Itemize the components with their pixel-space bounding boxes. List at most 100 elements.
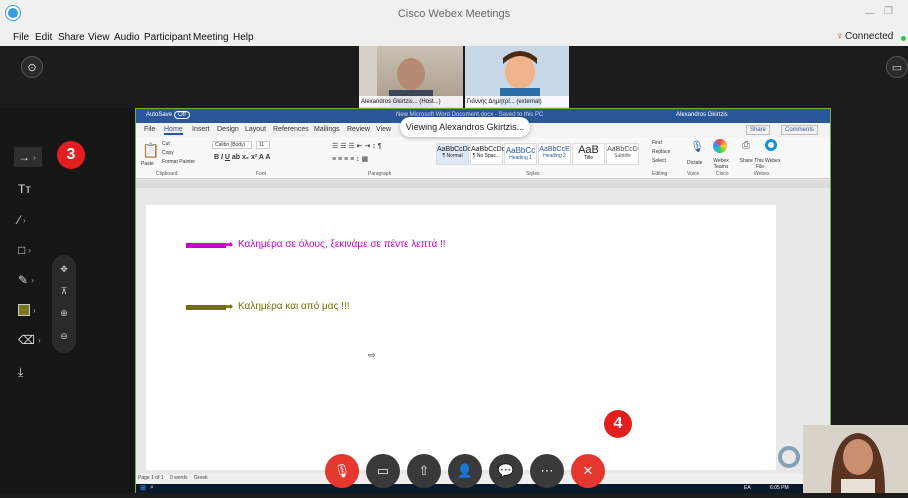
cut-button[interactable]: Cut xyxy=(162,141,170,147)
share-file-icon[interactable]: ⎙ xyxy=(742,140,750,151)
annotation-color-tool[interactable]: › xyxy=(18,301,44,319)
olive-arrow-shape xyxy=(186,305,226,310)
layout-button[interactable]: ▭ xyxy=(886,56,908,78)
autosave-label: AutoSave xyxy=(146,112,173,118)
video-button[interactable]: ▭ xyxy=(366,454,400,488)
word-tab-home[interactable]: Home xyxy=(164,126,183,135)
fit-icon[interactable]: ⊼ xyxy=(52,286,76,297)
chevron-right-icon: › xyxy=(31,275,34,285)
annotation-pointer-tool[interactable]: → › xyxy=(18,148,44,166)
select-button[interactable]: Select xyxy=(652,158,666,164)
chat-button[interactable]: 💬 xyxy=(489,454,523,488)
chat-icon: 💬 xyxy=(497,463,515,478)
share-icon: ⇧ xyxy=(418,463,430,478)
more-icon: ⋯ xyxy=(540,463,554,478)
status-words: 0 words xyxy=(170,475,188,481)
style-heading1[interactable]: AaBbCc Heading 1 xyxy=(504,143,537,165)
word-tab-mailings[interactable]: Mailings xyxy=(314,126,340,133)
group-cisco: Cisco xyxy=(716,171,729,177)
zoom-out-icon[interactable]: ⊖ xyxy=(52,331,76,342)
group-styles: Styles xyxy=(526,171,540,177)
participants-button[interactable]: 👤 xyxy=(448,454,482,488)
info-icon: ⊙ xyxy=(27,61,37,74)
chevron-right-icon: › xyxy=(33,152,36,162)
taskbar-language: EA xyxy=(744,485,751,491)
zoom-in-icon[interactable]: ⊕ xyxy=(52,308,76,319)
layout-icon: ▭ xyxy=(891,61,903,74)
menu-participant[interactable]: Participant xyxy=(144,32,191,43)
minimize-icon[interactable]: — xyxy=(865,8,875,19)
word-tab-file[interactable]: File xyxy=(144,126,155,133)
menu-meeting[interactable]: Meeting xyxy=(193,32,229,43)
format-painter-button[interactable]: Format Painter xyxy=(162,159,195,165)
font-name-select[interactable]: Calibri (Body) xyxy=(212,141,252,149)
group-paragraph: Paragraph xyxy=(368,171,392,177)
zoom-panel: ✥ ⊼ ⊕ ⊖ xyxy=(52,255,76,353)
webex-teams-label: Webex Teams xyxy=(713,158,729,170)
menu-help[interactable]: Help xyxy=(233,32,254,43)
font-size-select[interactable]: 11 xyxy=(256,141,270,149)
window-title: Cisco Webex Meetings xyxy=(397,8,511,20)
more-button[interactable]: ⋯ xyxy=(530,454,564,488)
word-tab-design[interactable]: Design xyxy=(217,126,239,133)
taskbar-search-icon[interactable]: ⌕ xyxy=(150,484,154,492)
menu-file[interactable]: File xyxy=(13,32,29,43)
chevron-right-icon: › xyxy=(33,305,36,315)
document-line-2: Καλημέρα και από μας !!! xyxy=(238,301,350,312)
menu-share[interactable]: Share xyxy=(58,32,85,43)
word-tab-references[interactable]: References xyxy=(273,126,309,133)
chevron-right-icon: › xyxy=(23,215,26,225)
style-subtitle[interactable]: AaBbCcD Subtitle xyxy=(606,143,639,165)
annotation-line-tool[interactable]: ⁄ › xyxy=(18,211,44,229)
webex-teams-icon[interactable] xyxy=(713,139,727,153)
annotation-eraser-tool[interactable]: ⌫ › xyxy=(18,331,44,349)
share-webex-file-label: Share This Webex File xyxy=(739,158,781,170)
word-status-bar: Page 1 of 1 0 words Greek xyxy=(136,474,830,484)
word-comments-button[interactable]: Comments xyxy=(781,125,819,135)
windows-start-icon[interactable]: ⊞ xyxy=(140,484,146,492)
annotation-shape-tool[interactable]: □ › xyxy=(18,241,44,259)
copy-button[interactable]: Copy xyxy=(162,150,174,156)
align-icons[interactable]: ≡ ≡ ≡ ≡ ↕ ▦ xyxy=(332,155,368,163)
end-call-button[interactable]: ✕ xyxy=(571,454,605,488)
dictate-label: Dictate xyxy=(687,160,703,166)
pan-icon[interactable]: ✥ xyxy=(52,264,76,275)
menu-audio[interactable]: Audio xyxy=(114,32,140,43)
share-button[interactable]: ⇧ xyxy=(407,454,441,488)
menu-edit[interactable]: Edit xyxy=(35,32,52,43)
word-tab-review[interactable]: Review xyxy=(347,126,370,133)
microphone-icon[interactable]: 🎙 xyxy=(690,140,704,153)
maximize-icon[interactable]: ❐ xyxy=(884,6,893,17)
word-ribbon: 📋 Paste Cut Copy Format Painter Calibri … xyxy=(136,137,830,179)
meeting-info-button[interactable]: ⊙ xyxy=(21,56,43,78)
style-no-spacing[interactable]: AaBbCcDd ¶ No Spac... xyxy=(470,143,506,165)
self-view-video[interactable] xyxy=(803,425,908,493)
replace-button[interactable]: Replace xyxy=(652,149,670,155)
text-icon: Tт xyxy=(18,182,31,196)
list-icons[interactable]: ☰ ☰ ☰ ⇤ ⇥ ↕ ¶ xyxy=(332,142,382,150)
participant-1-label: Alexandros Gkirtzis... (Host...) xyxy=(359,96,463,108)
participant-2-label: Γιάννης Δημητρί... (external) xyxy=(465,96,569,108)
find-button[interactable]: Find xyxy=(652,140,662,146)
annotation-save-tool[interactable]: ⤓ xyxy=(18,363,44,381)
style-normal[interactable]: AaBbCcDd ¶ Normal xyxy=(436,143,472,165)
status-page: Page 1 of 1 xyxy=(138,475,164,481)
word-tab-insert[interactable]: Insert xyxy=(192,126,210,133)
annotation-pen-tool[interactable]: ✎ › xyxy=(18,271,44,289)
word-tab-view[interactable]: View xyxy=(376,126,391,133)
word-share-button[interactable]: Share xyxy=(746,125,771,135)
mute-button[interactable]: 🎙 xyxy=(325,454,359,488)
paste-icon[interactable]: 📋 xyxy=(142,142,159,159)
menu-view[interactable]: View xyxy=(88,32,110,43)
bold-italic-underline-icons[interactable]: B I U ab x₂ x² A A xyxy=(214,154,270,161)
word-tab-layout[interactable]: Layout xyxy=(245,126,266,133)
sharing-banner[interactable]: Viewing Alexandros Gkirtzis... xyxy=(400,117,530,137)
webex-ring-icon xyxy=(778,446,800,468)
mute-icon: 🎙 xyxy=(333,463,351,478)
style-heading2[interactable]: AaBbCcE Heading 2 xyxy=(538,143,571,165)
document-page[interactable]: ➡ Καλημέρα σε όλους, ξεκινάμε σε πέντε λ… xyxy=(146,205,776,470)
autosave-toggle[interactable]: Off xyxy=(174,111,190,119)
annotation-text-tool[interactable]: Tт xyxy=(18,180,44,198)
style-title[interactable]: AaB Title xyxy=(572,143,605,165)
paste-label: Paste xyxy=(141,161,154,167)
